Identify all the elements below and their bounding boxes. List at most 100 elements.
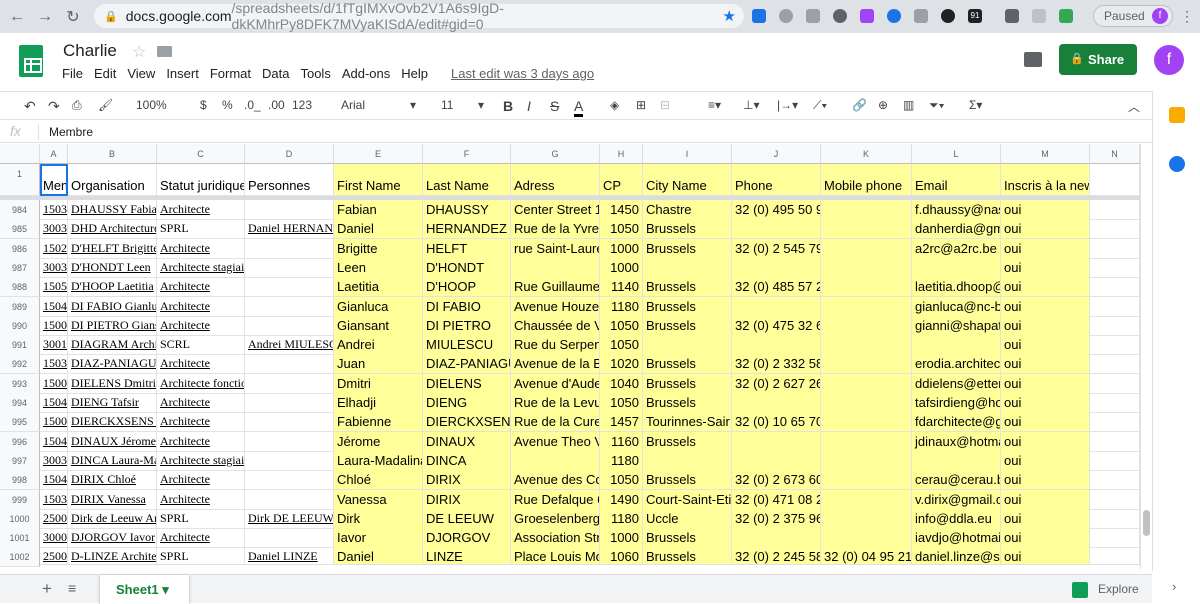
search-extension-icon[interactable] [833, 9, 847, 23]
comment-icon[interactable] [1024, 52, 1042, 67]
table-cell[interactable]: fdarchitecte@g [912, 412, 1001, 432]
extension-icon[interactable] [860, 9, 874, 23]
table-cell[interactable]: Gianluca [334, 297, 423, 317]
table-cell[interactable] [1090, 239, 1140, 259]
badge-extension-icon[interactable]: 91 [968, 9, 982, 23]
table-cell[interactable] [912, 335, 1001, 355]
table-cell[interactable]: DIERCKXSENS Fabienne [68, 412, 157, 432]
table-cell[interactable]: DIELENS [423, 374, 511, 394]
table-cell[interactable] [245, 393, 334, 413]
table-cell[interactable]: cerau@cerau.b [912, 470, 1001, 490]
table-cell[interactable]: oui [1001, 277, 1090, 297]
horizontal-scrollbar[interactable] [40, 564, 1140, 574]
reload-icon[interactable]: ↻ [62, 7, 84, 27]
row-header[interactable]: 988 [0, 277, 40, 297]
table-cell[interactable]: 15038 [40, 354, 68, 374]
table-cell[interactable]: Uccle [643, 509, 732, 529]
table-cell[interactable]: Avenue Theo V [511, 432, 600, 452]
table-cell[interactable]: 1180 [600, 509, 643, 529]
row-header[interactable]: 1001 [0, 528, 40, 548]
sheets-logo-icon[interactable] [19, 45, 43, 77]
share-button[interactable]: 🔒 Share [1059, 44, 1137, 75]
header-cell[interactable]: City Name [643, 164, 732, 196]
table-cell[interactable] [245, 354, 334, 374]
table-cell[interactable]: oui [1001, 354, 1090, 374]
table-cell[interactable]: Court-Saint-Etie [643, 490, 732, 510]
table-cell[interactable]: 32 (0) 475 32 62 92 [732, 316, 821, 336]
table-cell[interactable] [245, 316, 334, 336]
table-cell[interactable]: Brussels [643, 470, 732, 490]
decrease-decimal-button[interactable]: .0_ [244, 98, 261, 112]
column-header-h[interactable]: H [600, 144, 643, 164]
table-cell[interactable]: Chloé [334, 470, 423, 490]
table-cell[interactable]: oui [1001, 297, 1090, 317]
table-cell[interactable]: DIAGRAM Architects [68, 335, 157, 355]
table-cell[interactable]: 1180 [600, 451, 643, 471]
table-cell[interactable] [245, 258, 334, 278]
table-cell[interactable]: 15041 [40, 470, 68, 490]
row-header[interactable]: 995 [0, 412, 40, 432]
table-cell[interactable]: v.dirix@gmail.c [912, 490, 1001, 510]
undo-icon[interactable]: ↶ [24, 98, 36, 115]
table-cell[interactable]: Architecte [157, 412, 245, 432]
table-cell[interactable]: 1050 [600, 335, 643, 355]
table-cell[interactable]: Chastre [643, 200, 732, 220]
header-cell[interactable]: Email [912, 164, 1001, 196]
menu-help[interactable]: Help [401, 66, 428, 81]
table-cell[interactable] [732, 219, 821, 239]
table-cell[interactable]: Avenue de la B [511, 354, 600, 374]
table-cell[interactable]: 15003 [40, 316, 68, 336]
table-cell[interactable]: 1000 [600, 528, 643, 548]
row-header[interactable]: 993 [0, 374, 40, 394]
column-header-k[interactable]: K [821, 144, 912, 164]
table-cell[interactable]: Vanessa [334, 490, 423, 510]
table-cell[interactable]: D'HONDT [423, 258, 511, 278]
column-header-g[interactable]: G [511, 144, 600, 164]
table-cell[interactable]: oui [1001, 219, 1090, 239]
table-cell[interactable]: Architecte [157, 200, 245, 220]
row-header[interactable]: 990 [0, 316, 40, 336]
table-cell[interactable]: DIENG [423, 393, 511, 413]
table-cell[interactable]: Dirk [334, 509, 423, 529]
bookmark-star-icon[interactable]: ★ [723, 7, 736, 25]
table-cell[interactable]: Brussels [643, 316, 732, 336]
table-cell[interactable]: Architecte [157, 432, 245, 452]
table-cell[interactable]: Andrei MIULESCU [245, 335, 334, 355]
user-avatar[interactable]: f [1154, 45, 1184, 75]
chevron-down-icon[interactable]: ▾ [410, 98, 416, 112]
italic-icon[interactable]: I [527, 98, 531, 114]
table-cell[interactable]: 32 (0) 485 57 26 61 [732, 277, 821, 297]
table-cell[interactable]: danherdia@gm [912, 219, 1001, 239]
extension-icon[interactable] [779, 9, 793, 23]
table-cell[interactable]: oui [1001, 316, 1090, 336]
table-cell[interactable]: DIRIX Vanessa [68, 490, 157, 510]
table-cell[interactable]: oui [1001, 393, 1090, 413]
extension-icon[interactable] [914, 9, 928, 23]
tasks-icon[interactable] [1169, 156, 1185, 172]
table-cell[interactable]: Avenue Houzea [511, 297, 600, 317]
table-cell[interactable] [821, 509, 912, 529]
table-cell[interactable] [821, 528, 912, 548]
row-header[interactable]: 987 [0, 258, 40, 278]
table-cell[interactable]: DIERCKXSENS [423, 412, 511, 432]
table-cell[interactable]: 1050 [600, 316, 643, 336]
table-cell[interactable]: a2rc@a2rc.be [912, 239, 1001, 259]
table-cell[interactable]: Architecte [157, 316, 245, 336]
increase-decimal-button[interactable]: .00 [268, 98, 285, 112]
table-cell[interactable]: 32 (0) 495 50 99 60 [732, 200, 821, 220]
document-title[interactable]: Charlie [63, 41, 117, 61]
table-cell[interactable]: DIRIX Chloé [68, 470, 157, 490]
column-header-f[interactable]: F [423, 144, 511, 164]
table-cell[interactable]: Dirk DE LEEUW [245, 509, 334, 529]
table-cell[interactable]: Rue de la Cure [511, 412, 600, 432]
table-cell[interactable]: DIRIX [423, 490, 511, 510]
table-cell[interactable]: SPRL [157, 509, 245, 529]
table-cell[interactable]: 1050 [600, 470, 643, 490]
table-cell[interactable]: Fabienne [334, 412, 423, 432]
text-wrapping-icon[interactable]: |→▾ [777, 98, 798, 112]
row-header[interactable]: 996 [0, 432, 40, 452]
table-cell[interactable] [245, 470, 334, 490]
table-cell[interactable]: DHAUSSY Fabian [68, 200, 157, 220]
column-header-d[interactable]: D [245, 144, 334, 164]
table-cell[interactable] [732, 335, 821, 355]
